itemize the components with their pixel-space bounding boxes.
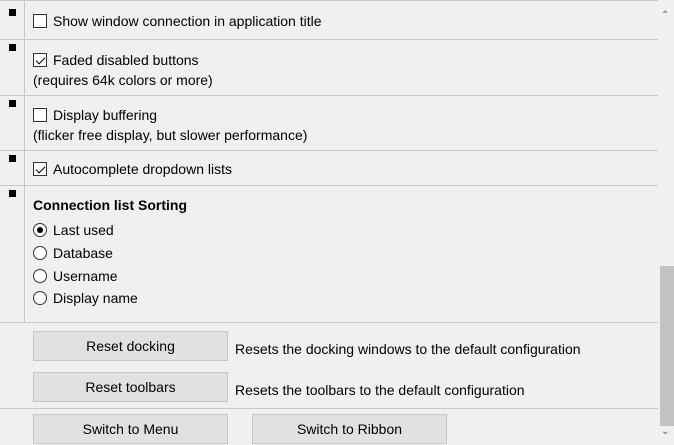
reset-docking-description: Resets the docking windows to the defaul… — [235, 341, 581, 357]
row-gutter — [0, 96, 25, 150]
option-row: Autocomplete dropdown lists — [0, 151, 658, 186]
radio-display-name[interactable] — [33, 291, 47, 305]
option-sublabel: (flicker free display, but slower perfor… — [33, 127, 308, 143]
radio-label: Display name — [53, 290, 138, 306]
chevron-up-icon[interactable]: ⌃ — [661, 10, 669, 21]
switch-to-menu-button[interactable]: Switch to Menu — [33, 414, 228, 444]
radio-label: Username — [53, 268, 118, 284]
option-label: Faded disabled buttons — [53, 52, 199, 68]
vertical-scrollbar[interactable]: ⌃ ⌄ — [658, 0, 674, 445]
show-window-connection-checkbox[interactable] — [33, 14, 47, 28]
reset-toolbars-button[interactable]: Reset toolbars — [33, 372, 228, 402]
option-label: Show window connection in application ti… — [53, 13, 322, 29]
bullet-icon — [9, 190, 16, 197]
chevron-down-icon[interactable]: ⌄ — [661, 426, 669, 437]
bullet-icon — [9, 155, 16, 162]
autocomplete-dropdown-checkbox[interactable] — [33, 162, 47, 176]
option-row: Show window connection in application ti… — [0, 0, 658, 40]
bullet-icon — [9, 44, 16, 51]
radio-last-used[interactable] — [33, 223, 47, 237]
radio-label: Database — [53, 245, 113, 261]
sorting-title: Connection list Sorting — [33, 197, 187, 213]
reset-docking-button[interactable]: Reset docking — [33, 331, 228, 361]
bullet-icon — [9, 9, 16, 16]
row-gutter — [0, 186, 25, 322]
options-panel: Show window connection in application ti… — [0, 0, 658, 445]
option-row: Faded disabled buttons (requires 64k col… — [0, 40, 658, 96]
radio-database[interactable] — [33, 246, 47, 260]
option-label: Display buffering — [53, 107, 158, 123]
option-label: Autocomplete dropdown lists — [53, 161, 232, 177]
divider — [0, 408, 658, 409]
display-buffering-checkbox[interactable] — [33, 108, 47, 122]
row-gutter — [0, 1, 25, 39]
row-gutter — [0, 40, 25, 95]
bullet-icon — [9, 100, 16, 107]
radio-username[interactable] — [33, 269, 47, 283]
row-gutter — [0, 151, 25, 185]
sorting-group: Connection list Sorting Last used Databa… — [0, 186, 658, 323]
switch-to-ribbon-button[interactable]: Switch to Ribbon — [252, 414, 447, 444]
faded-disabled-buttons-checkbox[interactable] — [33, 53, 47, 67]
reset-toolbars-description: Resets the toolbars to the default confi… — [235, 382, 525, 398]
scrollbar-thumb[interactable] — [660, 266, 674, 426]
radio-label: Last used — [53, 222, 114, 238]
option-sublabel: (requires 64k colors or more) — [33, 72, 213, 88]
option-row: Display buffering (flicker free display,… — [0, 96, 658, 151]
